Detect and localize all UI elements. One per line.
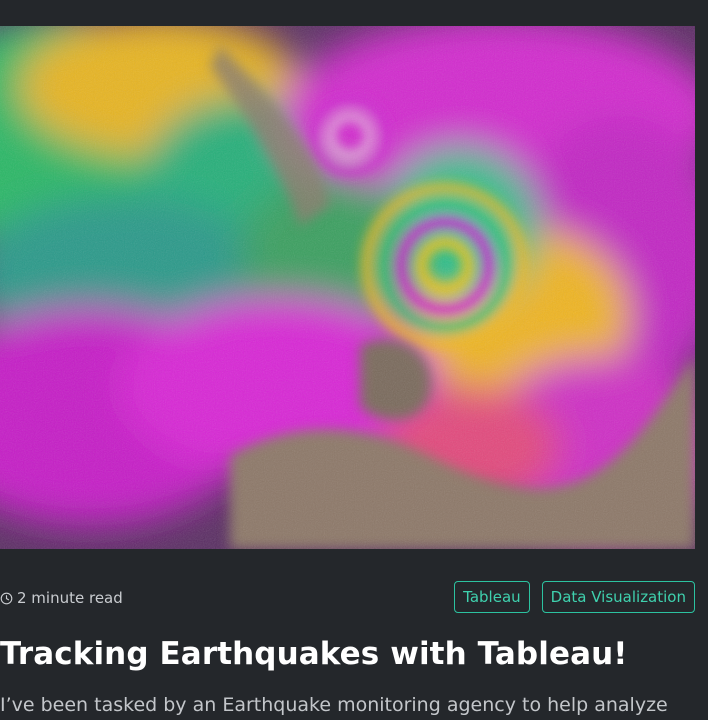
read-time-label: 2 minute read (17, 589, 123, 607)
post-meta: 2 minute read Tableau Data Visualization (0, 581, 695, 617)
hero-image[interactable] (0, 26, 695, 549)
read-time: 2 minute read (0, 589, 123, 607)
post-card: 2 minute read Tableau Data Visualization… (0, 0, 708, 720)
post-excerpt: I’ve been tasked by an Earthquake monito… (0, 694, 668, 716)
clock-icon (0, 592, 13, 605)
post-title[interactable]: Tracking Earthquakes with Tableau! (0, 636, 628, 672)
tag-data-visualization[interactable]: Data Visualization (541, 581, 695, 613)
interferogram-image (0, 26, 695, 549)
tag-list: Tableau Data Visualization (454, 581, 695, 613)
tag-tableau[interactable]: Tableau (454, 581, 530, 613)
